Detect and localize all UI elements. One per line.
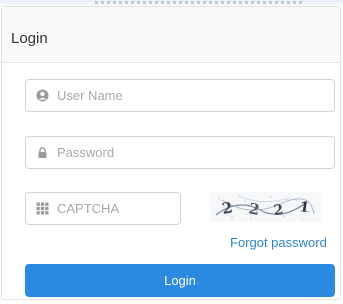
captcha-input[interactable] [57, 193, 175, 224]
user-icon [36, 89, 49, 102]
password-input[interactable] [57, 137, 233, 168]
username-field[interactable] [25, 79, 335, 112]
svg-text:2: 2 [273, 202, 284, 219]
lock-icon [38, 147, 47, 158]
username-input[interactable] [57, 80, 233, 111]
grid-icon [36, 202, 49, 215]
top-decoration [95, 1, 305, 4]
captcha-image[interactable]: 2 2 2 1 [210, 192, 322, 222]
password-field[interactable] [25, 136, 335, 169]
panel-title: Login [11, 30, 48, 47]
captcha-field[interactable] [25, 192, 181, 225]
forgot-password-link[interactable]: Forgot password [230, 235, 327, 250]
login-button[interactable]: Login [25, 264, 335, 297]
panel-header: Login [2, 7, 340, 63]
